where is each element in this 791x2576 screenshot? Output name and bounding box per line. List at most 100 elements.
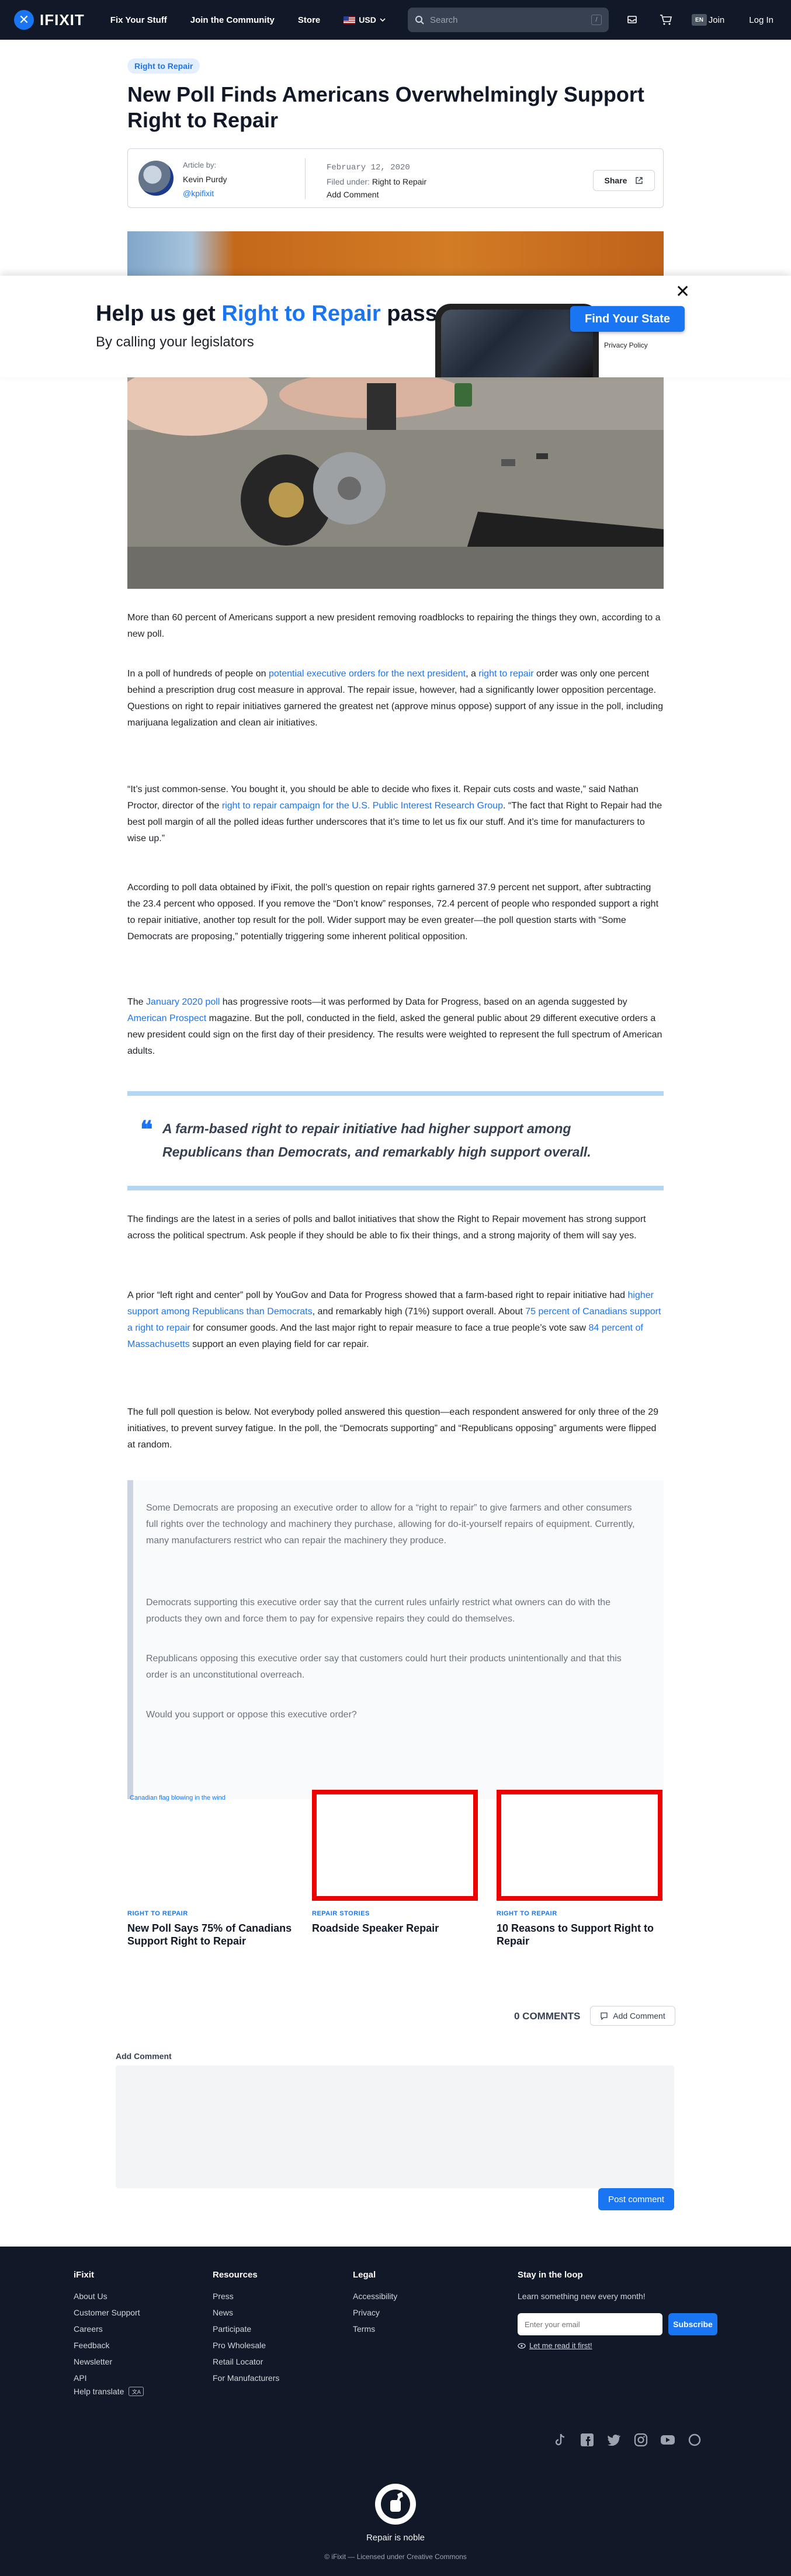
author-handle[interactable]: @kpifixit <box>183 189 214 198</box>
help-translate-link[interactable]: Help translate 文A <box>74 2387 144 2396</box>
footer-link[interactable]: Careers <box>74 2321 140 2337</box>
auth-links: Join Log In <box>709 0 773 40</box>
poll-democrats-argument: Democrats supporting this executive orde… <box>146 1598 611 1624</box>
eye-icon <box>518 2342 526 2349</box>
post-comment-button[interactable]: Post comment <box>598 2188 674 2210</box>
nav-fix-your-stuff[interactable]: Fix Your Stuff <box>110 15 167 25</box>
footer-link[interactable]: Newsletter <box>74 2353 140 2370</box>
footer-link[interactable]: Participate <box>213 2321 279 2337</box>
search-icon <box>415 16 424 25</box>
byline-divider <box>305 158 306 199</box>
footer-link[interactable]: Retail Locator <box>213 2353 279 2370</box>
notifications-icon[interactable] <box>624 12 640 28</box>
find-your-state-button[interactable]: Find Your State <box>570 306 685 332</box>
american-prospect-link[interactable]: American Prospect <box>127 1013 206 1023</box>
filed-label: Filed under: <box>327 177 370 186</box>
author-name[interactable]: Kevin Purdy <box>183 175 227 184</box>
add-comment-heading: Add Comment <box>116 2051 172 2061</box>
poll-question-blockquote: Some Democrats are proposing an executiv… <box>127 1480 664 1799</box>
join-link[interactable]: Join <box>709 15 725 25</box>
language-selector[interactable]: EN <box>692 14 707 26</box>
read-first-link[interactable]: Let me read it first! <box>518 2341 592 2350</box>
site-footer: iFixit About Us Customer Support Careers… <box>0 2247 791 2576</box>
related-tag-1[interactable]: RIGHT TO REPAIR <box>127 1910 188 1917</box>
share-button[interactable]: Share <box>593 170 655 191</box>
related-tag-3[interactable]: RIGHT TO REPAIR <box>497 1910 557 1917</box>
footer-legal-column: Legal Accessibility Privacy Terms <box>353 2270 397 2337</box>
youtube-icon[interactable] <box>659 2431 676 2449</box>
footer-link[interactable]: Accessibility <box>353 2288 397 2304</box>
executive-orders-link[interactable]: potential executive orders for the next … <box>269 669 466 679</box>
nav-join-community[interactable]: Join the Community <box>190 15 275 25</box>
right-to-repair-link[interactable]: right to repair <box>478 669 533 679</box>
translate-icon: 文A <box>129 2387 144 2396</box>
title-line-1: New Poll Finds Americans Overwhelmingly … <box>127 82 644 106</box>
footer-link[interactable]: Press <box>213 2288 279 2304</box>
comment-textarea[interactable] <box>116 2065 674 2188</box>
article-main-image <box>127 377 664 589</box>
nav-icons: EN <box>624 0 707 40</box>
footer-copyright: © iFixit — Licensed under Creative Commo… <box>324 2553 467 2561</box>
quote-top-rule <box>127 1091 664 1096</box>
filed-link[interactable]: Right to Repair <box>372 177 426 186</box>
search-input[interactable] <box>430 15 585 25</box>
facebook-icon[interactable] <box>578 2431 596 2449</box>
pirg-campaign-link[interactable]: right to repair campaign for the U.S. Pu… <box>222 801 503 811</box>
footer-link[interactable]: Privacy <box>353 2304 397 2321</box>
related-image-2[interactable] <box>312 1790 478 1901</box>
footer-ifixit-column: iFixit About Us Customer Support Careers… <box>74 2270 140 2386</box>
tiktok-icon[interactable] <box>551 2431 569 2449</box>
add-comment-link[interactable]: Add Comment <box>327 190 379 199</box>
january-poll-link[interactable]: January 2020 poll <box>146 997 220 1007</box>
article-title: New Poll Finds Americans Overwhelmingly … <box>127 82 664 133</box>
footer-link[interactable]: For Manufacturers <box>213 2370 279 2386</box>
footer-link[interactable]: About Us <box>74 2288 140 2304</box>
related-image-3[interactable] <box>497 1790 662 1901</box>
footer-resources-column: Resources Press News Participate Pro Who… <box>213 2270 279 2386</box>
newsletter-email-input[interactable] <box>518 2313 662 2335</box>
related-title-2[interactable]: Roadside Speaker Repair <box>312 1922 481 1935</box>
search-bar[interactable]: / <box>408 8 609 32</box>
paragraph-1: More than 60 percent of Americans suppor… <box>127 613 661 639</box>
footer-logo[interactable] <box>375 2484 416 2525</box>
comment-icon <box>601 2012 608 2020</box>
footer-link[interactable]: News <box>213 2304 279 2321</box>
paragraph-2: In a poll of hundreds of people on poten… <box>127 669 663 728</box>
footer-link[interactable]: Terms <box>353 2321 397 2337</box>
privacy-policy-link[interactable]: Privacy Policy <box>604 341 648 349</box>
related-image-alt[interactable]: Canadian flag blowing in the wind <box>130 1794 225 1801</box>
close-icon[interactable]: ✕ <box>675 282 690 302</box>
login-link[interactable]: Log In <box>749 15 773 25</box>
quote-icon: ❝ <box>140 1116 153 1143</box>
logo-text: IFIXIT <box>40 11 85 29</box>
author-avatar[interactable] <box>138 161 174 196</box>
banner-subtitle: By calling your legislators <box>96 334 254 350</box>
twitter-icon[interactable] <box>605 2431 623 2449</box>
mastodon-icon[interactable] <box>686 2431 703 2449</box>
related-title-3[interactable]: 10 Reasons to Support Right to Repair <box>497 1922 666 1947</box>
footer-link[interactable]: Pro Wholesale <box>213 2337 279 2353</box>
subscribe-button[interactable]: Subscribe <box>668 2313 717 2335</box>
blockquote-bar <box>127 1480 133 1799</box>
byline-card: Article by: Kevin Purdy @kpifixit Februa… <box>127 148 664 208</box>
cart-icon[interactable] <box>658 12 674 28</box>
footer-link[interactable]: Feedback <box>74 2337 140 2353</box>
search-shortcut-key: / <box>591 15 602 25</box>
instagram-icon[interactable] <box>632 2431 650 2449</box>
nav-store[interactable]: Store <box>298 15 320 25</box>
chevron-down-icon <box>380 18 386 22</box>
ifixit-logo[interactable]: ✕ IFIXIT <box>14 10 85 30</box>
category-tag[interactable]: Right to Repair <box>127 58 200 74</box>
add-comment-button[interactable]: Add Comment <box>590 2006 675 2026</box>
pull-quote: A farm-based right to repair initiative … <box>162 1121 591 1159</box>
currency-selector[interactable]: USD <box>344 15 386 25</box>
footer-tagline: Repair is noble <box>366 2533 425 2543</box>
related-title-1[interactable]: New Poll Says 75% of Canadians Support R… <box>127 1922 297 1947</box>
footer-link[interactable]: API <box>74 2370 140 2386</box>
currency-label: USD <box>359 15 376 25</box>
footer-link[interactable]: Customer Support <box>74 2304 140 2321</box>
us-flag-icon <box>344 16 356 24</box>
poll-question-text: Some Democrats are proposing an executiv… <box>146 1503 635 1546</box>
related-tag-2[interactable]: REPAIR STORIES <box>312 1910 370 1917</box>
banner-title: Help us get Right to Repair passed <box>96 301 464 326</box>
